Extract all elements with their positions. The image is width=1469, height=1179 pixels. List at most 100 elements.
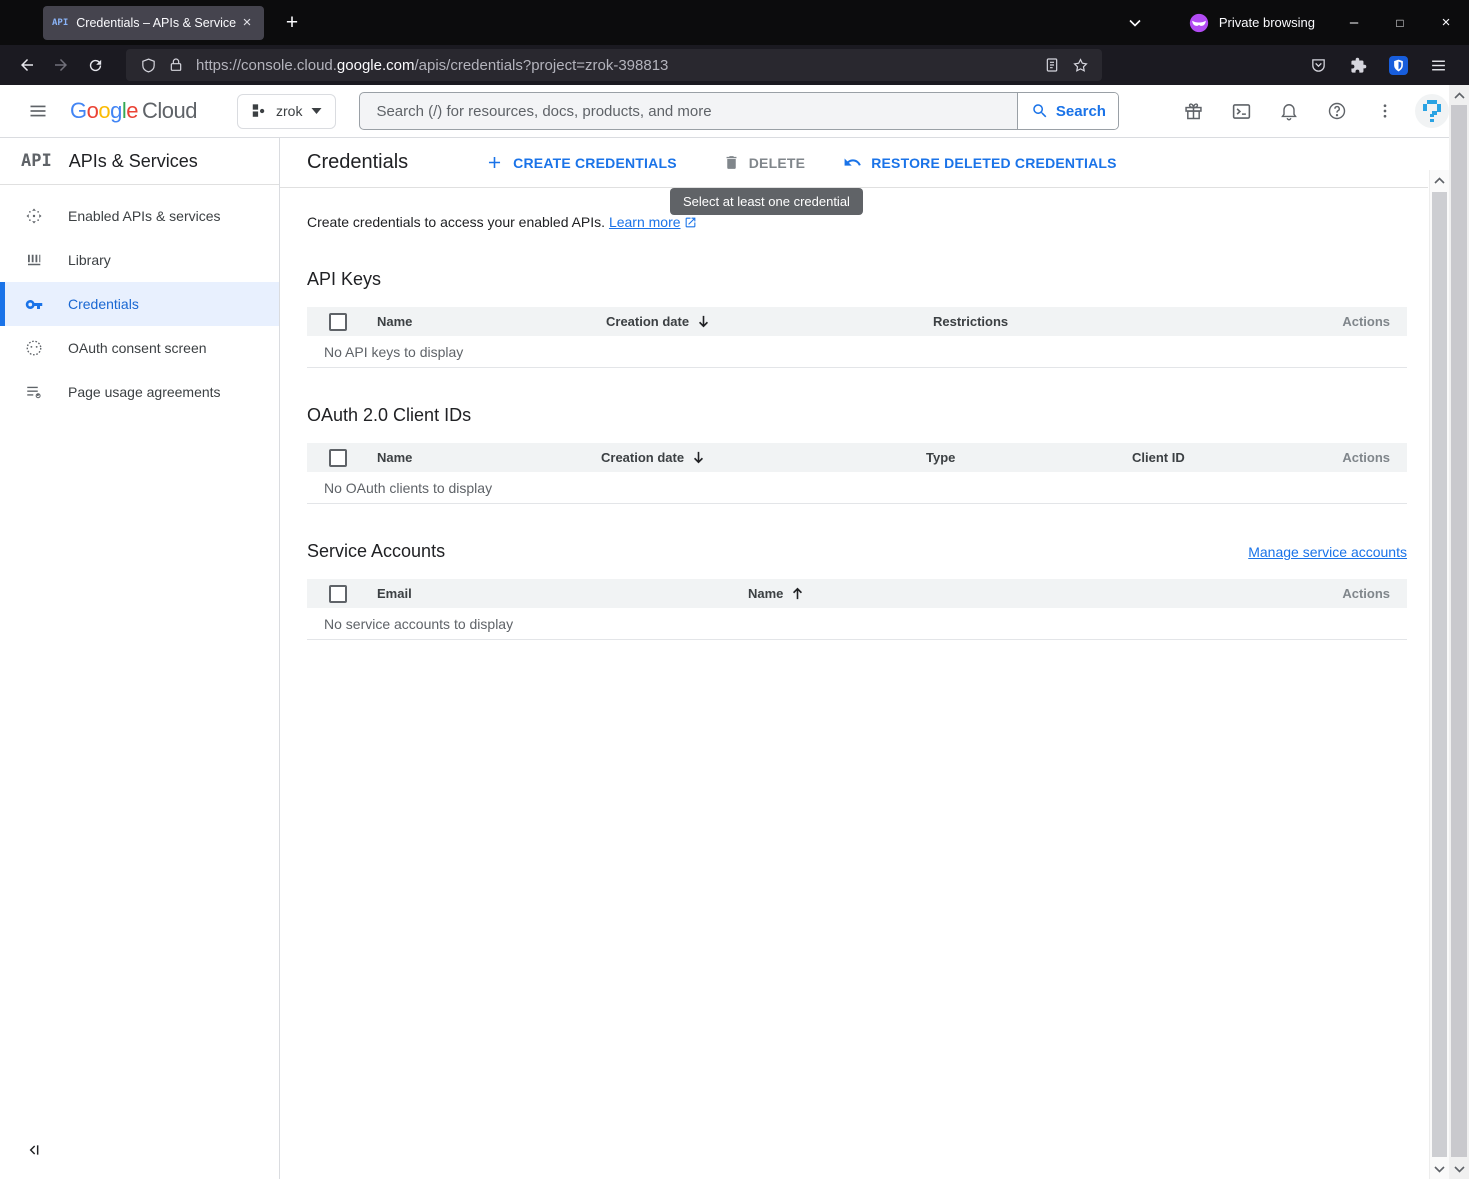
page-scrollbar[interactable] — [1449, 85, 1469, 1179]
sidebar-item-page-usage-agreements[interactable]: Page usage agreements — [0, 370, 279, 414]
column-header-creation-date[interactable]: Creation date — [606, 314, 933, 329]
window-close-button[interactable]: × — [1423, 0, 1469, 45]
restore-deleted-credentials-button[interactable]: RESTORE DELETED CREDENTIALS — [833, 145, 1127, 181]
gcp-header: GoogleCloud zrok Search — [0, 85, 1469, 138]
sidebar-item-oauth-consent[interactable]: OAuth consent screen — [0, 326, 279, 370]
library-icon — [25, 251, 43, 269]
search-button[interactable]: Search — [1017, 93, 1118, 129]
scrollbar-thumb[interactable] — [1432, 192, 1447, 1157]
sidebar-item-label: OAuth consent screen — [68, 340, 207, 356]
create-credentials-button[interactable]: CREATE CREDENTIALS — [475, 145, 687, 181]
sort-ascending-icon — [790, 586, 805, 601]
oauth-clients-table: Name Creation date Type Client ID Action… — [307, 443, 1407, 504]
sort-descending-icon — [691, 450, 706, 465]
new-tab-button[interactable]: + — [277, 8, 307, 38]
tab-title: Credentials – APIs & Services – z — [76, 16, 236, 30]
window-maximize-button[interactable]: □ — [1377, 0, 1423, 45]
private-browsing-label: Private browsing — [1219, 15, 1315, 30]
scrollbar-thumb[interactable] — [1451, 105, 1467, 1157]
page-title: Credentials — [307, 151, 408, 174]
manage-service-accounts-link[interactable]: Manage service accounts — [1248, 544, 1407, 560]
cloud-shell-terminal-icon[interactable] — [1217, 87, 1265, 135]
column-header-creation-date[interactable]: Creation date — [601, 450, 926, 465]
list-tabs-chevron-icon[interactable] — [1118, 16, 1152, 30]
sidebar-item-library[interactable]: Library — [0, 238, 279, 282]
account-avatar[interactable] — [1415, 94, 1449, 128]
trash-icon — [723, 154, 740, 171]
oauth-consent-icon — [25, 339, 43, 357]
sidebar-title: APIs & Services — [69, 151, 198, 172]
empty-row: No OAuth clients to display — [307, 472, 1407, 504]
tracking-protection-shield-icon[interactable] — [134, 52, 162, 78]
learn-more-link[interactable]: Learn more — [609, 214, 681, 230]
sidebar-item-label: Credentials — [68, 296, 139, 312]
sidebar-item-label: Page usage agreements — [68, 384, 221, 400]
bookmark-star-icon[interactable] — [1066, 52, 1094, 78]
sidebar-item-label: Enabled APIs & services — [68, 208, 221, 224]
column-header-type[interactable]: Type — [926, 450, 1132, 465]
undo-icon — [843, 153, 862, 172]
content-scrollbar[interactable] — [1429, 170, 1449, 1179]
free-trial-gift-icon[interactable] — [1169, 87, 1217, 135]
intro-text: Create credentials to access your enable… — [307, 214, 1428, 232]
google-cloud-logo[interactable]: GoogleCloud — [70, 98, 197, 124]
sort-descending-icon — [696, 314, 711, 329]
key-icon — [25, 295, 43, 314]
api-keys-table: Name Creation date Restrictions Actions … — [307, 307, 1407, 368]
scroll-down-icon[interactable] — [1430, 1159, 1449, 1179]
column-header-name[interactable]: Name — [748, 586, 1312, 601]
search-icon — [1031, 102, 1049, 120]
enabled-apis-icon — [25, 207, 43, 225]
sidebar-header: API APIs & Services — [0, 138, 279, 185]
search-input[interactable] — [360, 93, 1017, 129]
external-link-icon — [684, 216, 697, 232]
sidebar-item-enabled-apis[interactable]: Enabled APIs & services — [0, 194, 279, 238]
column-header-name[interactable]: Name — [377, 314, 606, 329]
forward-button[interactable] — [44, 49, 78, 81]
column-header-actions: Actions — [1312, 586, 1407, 601]
scroll-up-icon[interactable] — [1449, 85, 1469, 105]
notifications-bell-icon[interactable] — [1265, 87, 1313, 135]
menu-hamburger-icon[interactable] — [1421, 49, 1455, 81]
back-button[interactable] — [10, 49, 44, 81]
select-all-checkbox[interactable] — [329, 585, 347, 603]
tab-favicon-api-icon: API — [52, 18, 68, 28]
column-header-name[interactable]: Name — [377, 450, 601, 465]
private-mask-icon — [1188, 12, 1210, 34]
more-options-dots-icon[interactable] — [1361, 87, 1409, 135]
password-manager-shield-icon[interactable] — [1381, 49, 1415, 81]
service-accounts-title: Service Accounts — [307, 541, 445, 562]
api-logo-icon: API — [21, 151, 52, 171]
select-all-checkbox[interactable] — [329, 449, 347, 467]
scroll-up-icon[interactable] — [1430, 170, 1449, 190]
service-accounts-table: Email Name Actions No service accounts t… — [307, 579, 1407, 640]
reload-button[interactable] — [78, 49, 112, 81]
project-name: zrok — [276, 103, 302, 119]
delete-button[interactable]: DELETE — [713, 145, 815, 181]
browser-toolbar: https://console.cloud.google.com/apis/cr… — [0, 45, 1469, 85]
column-header-email[interactable]: Email — [377, 586, 748, 601]
private-browsing-badge: Private browsing — [1188, 12, 1315, 34]
help-icon[interactable] — [1313, 87, 1361, 135]
collapse-sidebar-icon[interactable] — [26, 1142, 42, 1163]
column-header-actions: Actions — [1312, 314, 1407, 329]
project-selector[interactable]: zrok — [237, 94, 336, 129]
url-text[interactable]: https://console.cloud.google.com/apis/cr… — [190, 57, 1038, 74]
oauth-clients-title: OAuth 2.0 Client IDs — [307, 405, 1428, 426]
tab-close-icon[interactable]: × — [236, 12, 258, 34]
scroll-down-icon[interactable] — [1449, 1159, 1469, 1179]
empty-row: No service accounts to display — [307, 608, 1407, 640]
url-bar[interactable]: https://console.cloud.google.com/apis/cr… — [126, 49, 1102, 81]
sidebar-item-credentials[interactable]: Credentials — [0, 282, 279, 326]
pocket-icon[interactable] — [1301, 49, 1335, 81]
extensions-puzzle-icon[interactable] — [1341, 49, 1375, 81]
column-header-restrictions[interactable]: Restrictions — [933, 314, 1312, 329]
reader-view-icon[interactable] — [1038, 52, 1066, 78]
column-header-client-id[interactable]: Client ID — [1132, 450, 1312, 465]
gcp-nav-menu-icon[interactable] — [14, 87, 62, 135]
select-all-checkbox[interactable] — [329, 313, 347, 331]
window-minimize-button[interactable]: – — [1331, 0, 1377, 45]
lock-icon[interactable] — [162, 52, 190, 78]
browser-tab[interactable]: API Credentials – APIs & Services – z × — [43, 6, 264, 40]
url-prefix: https://console.cloud. — [196, 57, 337, 74]
